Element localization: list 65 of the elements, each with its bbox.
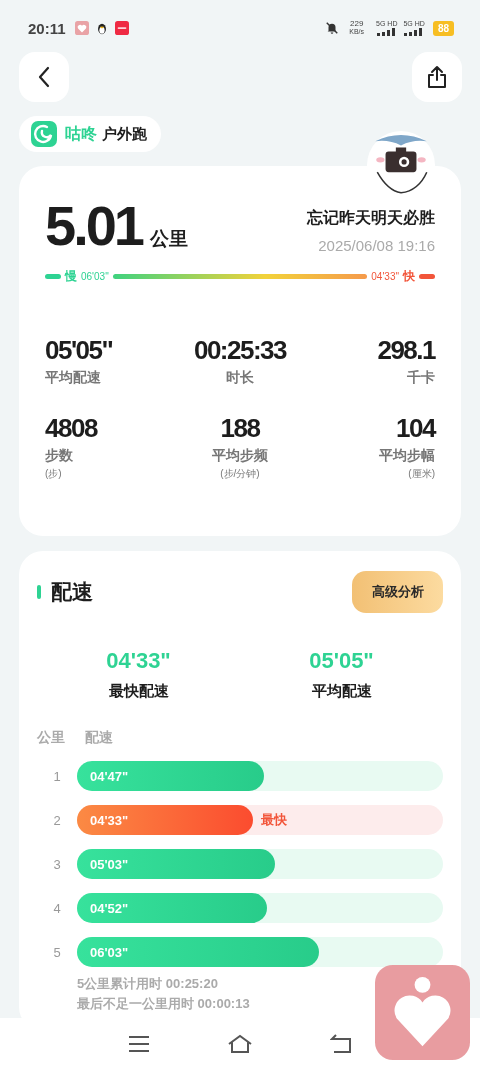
fastest-pace: 04'33" bbox=[371, 271, 399, 282]
share-button[interactable] bbox=[412, 52, 462, 102]
pace-value: 05'03" bbox=[89, 856, 129, 872]
highlight-value: 04'33" bbox=[106, 648, 171, 674]
back-button[interactable] bbox=[19, 52, 69, 102]
distance-value: 5.01 bbox=[45, 196, 142, 256]
status-time: 20:11 bbox=[28, 19, 66, 37]
km-number: 3 bbox=[52, 856, 62, 872]
home-icon[interactable] bbox=[227, 1034, 253, 1054]
km-number: 5 bbox=[52, 944, 62, 960]
pace-value: 04'52" bbox=[89, 900, 129, 916]
stat-label: 平均配速 bbox=[45, 369, 101, 387]
mute-bell-icon bbox=[325, 21, 340, 35]
network-speed: 229 bbox=[350, 20, 364, 28]
user-name: 忘记昨天明天必胜 bbox=[307, 208, 435, 228]
distance-unit: 公里 bbox=[150, 227, 188, 251]
brand-name: 咕咚 bbox=[65, 123, 97, 144]
stat-label: 时长 bbox=[226, 369, 254, 387]
app-notification-icon bbox=[114, 21, 129, 35]
stat-unit: (步) bbox=[45, 467, 62, 481]
stat-value: 188 bbox=[220, 413, 260, 443]
km-number: 1 bbox=[52, 768, 62, 784]
stat-value: 298.1 bbox=[377, 335, 435, 365]
stat-label: 平均步幅 bbox=[379, 447, 435, 465]
app-notification-icon bbox=[74, 21, 89, 35]
back-icon bbox=[37, 66, 51, 88]
pace-value: 04'33" bbox=[89, 812, 129, 828]
stat-value: 104 bbox=[396, 413, 435, 443]
split-note: 最后不足一公里用时 00:00:13 bbox=[77, 995, 251, 1013]
stat-value: 4808 bbox=[45, 413, 97, 443]
pace-value: 06'03" bbox=[89, 944, 129, 960]
battery-level: 88 bbox=[432, 20, 454, 36]
column-header: 公里 bbox=[37, 729, 65, 747]
back-icon[interactable] bbox=[329, 1034, 352, 1054]
pace-value: 04'47" bbox=[89, 768, 129, 784]
menu-icon[interactable] bbox=[128, 1035, 151, 1053]
fastest-tag: 最快 bbox=[260, 811, 287, 829]
share-icon bbox=[426, 65, 448, 89]
title-accent bbox=[37, 585, 41, 599]
section-title: 配速 bbox=[51, 579, 93, 605]
advanced-analysis-button[interactable]: 高级分析 bbox=[352, 571, 443, 613]
split-note: 5公里累计用时 00:25:20 bbox=[77, 975, 219, 993]
signal-icon bbox=[376, 28, 397, 36]
highlight-label: 平均配速 bbox=[311, 682, 372, 701]
activity-datetime: 2025/06/08 19:16 bbox=[318, 237, 435, 254]
stat-label: 平均步频 bbox=[212, 447, 268, 465]
signal-icon bbox=[404, 28, 425, 36]
stat-value: 00:25:33 bbox=[193, 335, 287, 365]
column-header: 配速 bbox=[85, 729, 113, 747]
stat-unit: (步/分钟) bbox=[220, 467, 260, 481]
activity-type: 户外跑 bbox=[102, 124, 147, 144]
logo-icon bbox=[31, 121, 57, 147]
highlight-label: 最快配速 bbox=[108, 682, 169, 701]
stat-label: 千卡 bbox=[407, 369, 435, 387]
fast-label: 快 bbox=[403, 268, 415, 285]
slowest-pace: 06'03" bbox=[81, 271, 109, 282]
highlight-value: 05'05" bbox=[309, 648, 374, 674]
stat-label: 步数 bbox=[45, 447, 73, 465]
stat-unit: (厘米) bbox=[408, 467, 435, 481]
fast-end-marker bbox=[419, 274, 435, 279]
slow-end-marker bbox=[45, 274, 61, 279]
km-number: 2 bbox=[52, 812, 62, 828]
slow-label: 慢 bbox=[65, 268, 77, 285]
km-number: 4 bbox=[52, 900, 62, 916]
stat-value: 05'05" bbox=[45, 335, 113, 365]
